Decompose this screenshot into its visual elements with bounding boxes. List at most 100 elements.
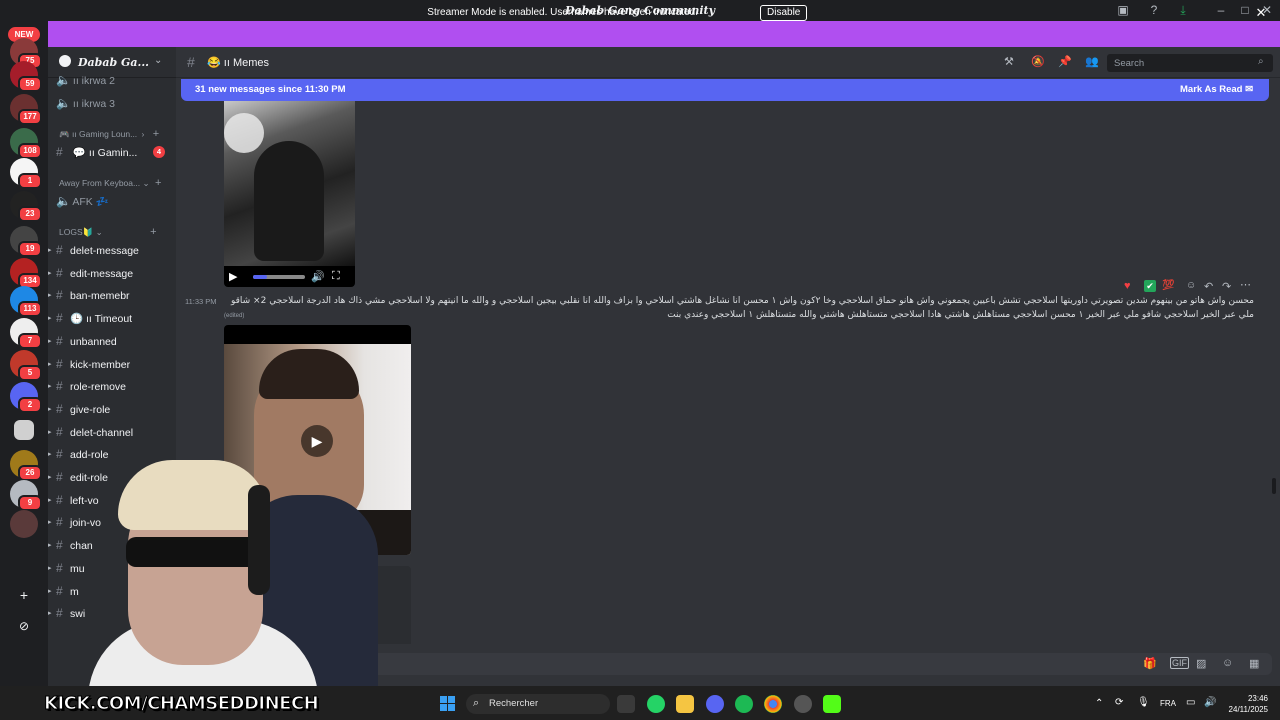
voice-channel-afk[interactable]: 🔈 AFK 💤 <box>56 194 170 214</box>
expand-arrow-icon[interactable]: ▸ <box>48 291 52 299</box>
gif-icon[interactable]: GIF <box>1170 657 1189 669</box>
reply-icon[interactable]: ↶ <box>1204 280 1213 293</box>
kick-app-icon[interactable] <box>823 695 841 713</box>
channel-item[interactable]: # role-remove <box>56 379 170 399</box>
server-icon[interactable]: 23 <box>10 191 42 222</box>
server-icon[interactable]: 19 <box>10 226 42 257</box>
channel-item[interactable]: # ban-memebr <box>56 288 170 308</box>
obs-icon[interactable] <box>794 695 812 713</box>
spotify-icon[interactable] <box>735 695 753 713</box>
more-options-icon[interactable]: ⋯ <box>1240 278 1251 291</box>
emoji-icon[interactable]: ☺ <box>1222 657 1233 669</box>
fullscreen-icon[interactable]: ⛶ <box>332 270 340 283</box>
expand-arrow-icon[interactable]: ▸ <box>48 518 52 526</box>
expand-arrow-icon[interactable]: ▸ <box>48 564 52 572</box>
chevron-down-icon[interactable]: ⌄ <box>154 55 162 66</box>
whatsapp-icon[interactable] <box>647 695 665 713</box>
channel-item[interactable]: # 🕒 ıı Timeout <box>56 311 170 331</box>
voice-channel-1[interactable]: 🔈 ıı ikrwa 2 <box>56 73 170 93</box>
sync-icon[interactable]: ⟳ <box>1115 697 1123 708</box>
display-icon[interactable]: ▭ <box>1186 697 1195 708</box>
scrollbar-thumb[interactable] <box>1272 478 1276 494</box>
server-icon[interactable]: 113 <box>10 286 42 317</box>
category-logs[interactable]: LOGS🔰 ⌄ + <box>59 226 157 238</box>
play-icon[interactable]: ▶ <box>229 270 237 283</box>
chrome-icon[interactable] <box>764 695 782 713</box>
server-icon[interactable]: 26 <box>10 450 42 481</box>
expand-arrow-icon[interactable]: ▸ <box>48 269 52 277</box>
language-indicator[interactable]: FRA <box>1160 699 1176 708</box>
threads-icon[interactable]: ⚒ <box>1004 55 1014 68</box>
tray-chevron-icon[interactable]: ⌃ <box>1095 698 1103 709</box>
server-icon[interactable]: 134 <box>10 258 42 289</box>
channel-item[interactable]: # delet-channel <box>56 425 170 445</box>
channel-item[interactable]: # give-role <box>56 402 170 422</box>
gift-icon[interactable]: 🎁 <box>1143 657 1157 670</box>
channel-item[interactable]: # edit-message <box>56 266 170 286</box>
video-progress-bar[interactable] <box>253 275 305 279</box>
expand-arrow-icon[interactable]: ▸ <box>48 337 52 345</box>
unread-badge: 5 <box>18 365 42 381</box>
maximize-icon[interactable]: □ <box>1236 2 1254 18</box>
category-afk[interactable]: Away From Keyboa... ⌄ + <box>59 177 161 189</box>
expand-arrow-icon[interactable]: ▸ <box>48 405 52 413</box>
check-reaction-icon[interactable]: ✔ <box>1144 280 1156 292</box>
server-icon[interactable]: 2 <box>10 382 42 413</box>
server-icon[interactable]: 108 <box>10 128 42 159</box>
video-attachment-1[interactable] <box>224 101 355 287</box>
expand-arrow-icon[interactable]: ▸ <box>48 360 52 368</box>
disable-button[interactable]: Disable <box>760 5 808 21</box>
file-explorer-icon[interactable] <box>676 695 694 713</box>
server-icon[interactable]: 177 <box>10 94 42 125</box>
microphone-icon[interactable]: 🎙 <box>1137 697 1150 708</box>
mark-as-read-button[interactable]: Mark As Read ✉ <box>1180 84 1253 95</box>
expand-arrow-icon[interactable]: ▸ <box>48 314 52 322</box>
play-icon[interactable]: ▶ <box>301 425 333 457</box>
discord-icon[interactable] <box>706 695 724 713</box>
expand-arrow-icon[interactable]: ▸ <box>48 496 52 504</box>
clock[interactable]: 23:46 24/11/2025 <box>1226 693 1268 715</box>
volume-icon[interactable]: 🔊 <box>311 270 325 283</box>
expand-arrow-icon[interactable]: ▸ <box>48 428 52 436</box>
expand-arrow-icon[interactable]: ▸ <box>48 246 52 254</box>
discover-icon[interactable]: ⊘ <box>12 615 36 639</box>
expand-arrow-icon[interactable]: ▸ <box>48 473 52 481</box>
add-server-icon[interactable]: + <box>12 584 36 608</box>
server-icon[interactable]: 9 <box>10 480 42 511</box>
expand-arrow-icon[interactable]: ▸ <box>48 609 52 617</box>
help-icon[interactable]: ? <box>1145 2 1163 18</box>
search-input[interactable]: Search <box>1107 54 1273 72</box>
expand-arrow-icon[interactable]: ▸ <box>48 382 52 390</box>
add-reaction-icon[interactable]: ☺ <box>1186 280 1196 291</box>
forward-icon[interactable]: ↷ <box>1222 280 1231 293</box>
voice-channel-2[interactable]: 🔈 ıı ikrwa 3 <box>56 96 170 116</box>
server-icon[interactable]: 1 <box>10 158 42 189</box>
server-icon[interactable]: 7 <box>10 318 42 349</box>
taskbar-search[interactable]: Rechercher <box>466 694 610 714</box>
channel-item[interactable]: # delet-message <box>56 243 170 263</box>
close-icon[interactable]: ✕ <box>1253 5 1269 21</box>
windows-start-icon[interactable] <box>440 696 456 712</box>
server-icon[interactable] <box>14 420 34 440</box>
expand-arrow-icon[interactable]: ▸ <box>48 450 52 458</box>
download-icon[interactable]: ⤓ <box>1174 2 1192 18</box>
expand-arrow-icon[interactable]: ▸ <box>48 541 52 549</box>
task-view-icon[interactable] <box>617 695 635 713</box>
heart-reaction-icon[interactable]: ♥ <box>1124 280 1131 292</box>
expand-arrow-icon[interactable]: ▸ <box>48 587 52 595</box>
sticker-icon[interactable]: ▨ <box>1196 657 1206 670</box>
minimize-icon[interactable]: – <box>1212 2 1230 18</box>
hundred-reaction-icon[interactable]: 💯 <box>1162 280 1174 291</box>
notification-bell-icon[interactable]: 🔕 <box>1031 55 1045 68</box>
server-icon[interactable]: 5 <box>10 350 42 381</box>
member-list-icon[interactable]: 👥 <box>1085 55 1099 68</box>
volume-tray-icon[interactable]: 🔊 <box>1204 697 1216 708</box>
channel-item[interactable]: # kick-member <box>56 357 170 377</box>
server-icon[interactable]: 59 <box>10 61 42 92</box>
inbox-icon[interactable]: ▣ <box>1114 2 1132 18</box>
pin-icon[interactable]: 📌 <box>1058 55 1072 68</box>
channel-item[interactable]: # unbanned <box>56 334 170 354</box>
server-icon[interactable] <box>10 510 38 538</box>
category-gaming[interactable]: 🎮 ıı Gaming Loun... › + <box>59 128 159 140</box>
apps-icon[interactable]: ▦ <box>1249 657 1259 670</box>
